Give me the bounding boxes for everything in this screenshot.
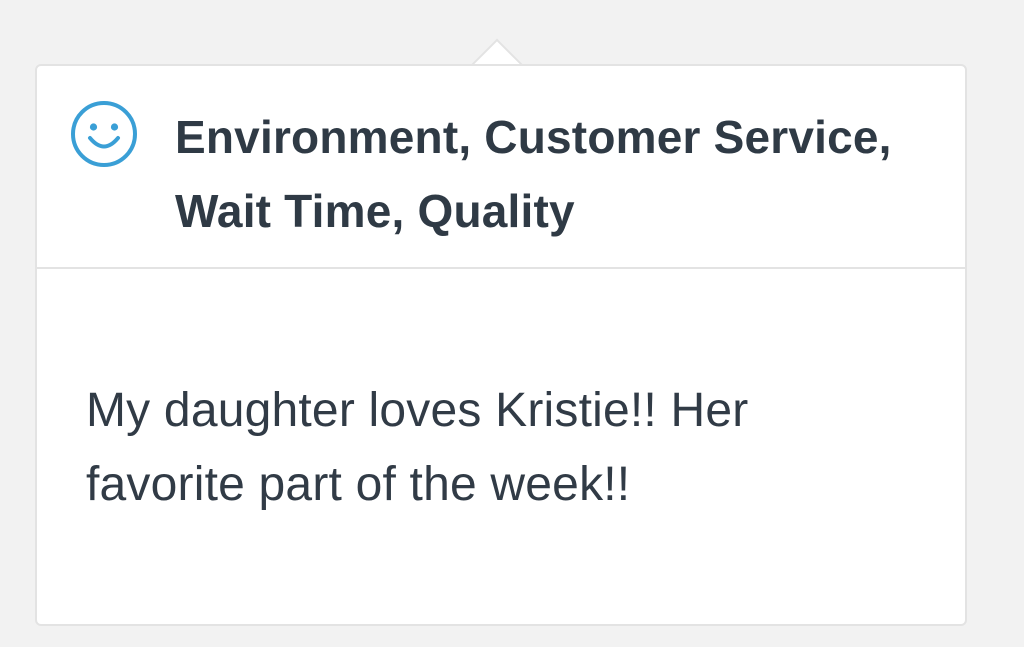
review-categories: Environment, Customer Service, Wait Time… [175,111,892,237]
review-card-header: Environment, Customer Service, Wait Time… [37,66,965,269]
review-comment: My daughter loves Kristie!! Her favorite… [86,384,749,511]
review-card: Environment, Customer Service, Wait Time… [35,64,967,626]
smiley-face-icon [70,100,138,168]
